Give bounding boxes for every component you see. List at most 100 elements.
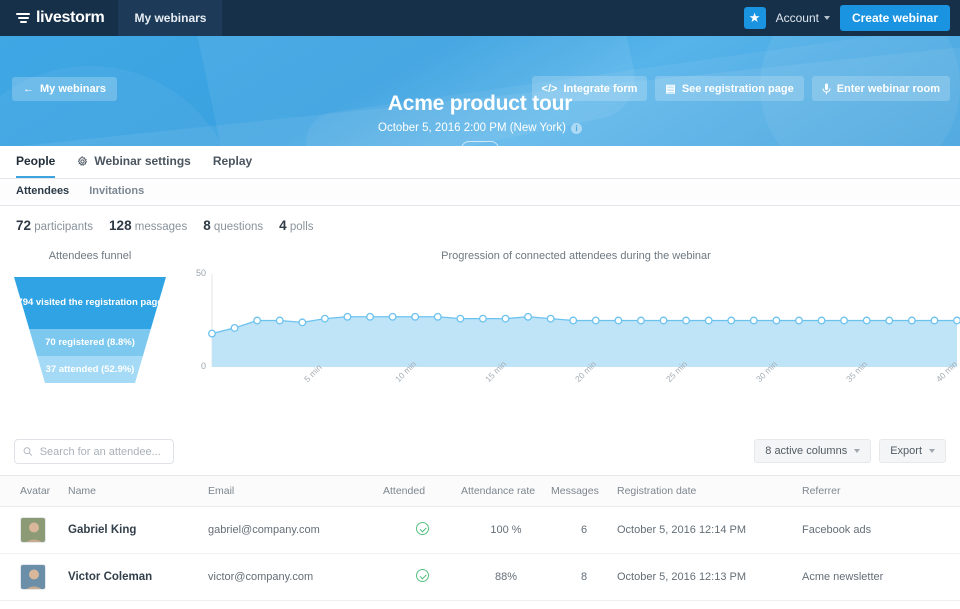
data-point[interactable] (772, 316, 781, 325)
table-header: Avatar Name Email Attended Attendance ra… (0, 476, 960, 507)
cell-messages: 8 (551, 553, 617, 601)
data-point[interactable] (343, 312, 352, 321)
cell-referrer: Acme newsletter (802, 553, 960, 601)
avatar-cell (0, 506, 68, 554)
active-columns-label: 8 active columns (765, 445, 848, 457)
data-point[interactable] (907, 316, 916, 325)
data-point[interactable] (885, 316, 894, 325)
star-icon[interactable]: ★ (743, 7, 766, 29)
sub-tab-bar: Attendees Invitations (0, 179, 960, 206)
data-point[interactable] (591, 316, 600, 325)
data-point[interactable] (230, 323, 239, 332)
info-icon[interactable]: i (570, 122, 582, 134)
gear-icon (78, 155, 88, 166)
data-point[interactable] (795, 316, 803, 325)
data-point[interactable] (388, 312, 397, 321)
data-point[interactable] (208, 329, 216, 338)
progression-svg (208, 274, 960, 367)
data-point[interactable] (749, 316, 758, 325)
column-header-registration-date[interactable]: Registration date (617, 476, 802, 507)
page-title: Acme product tour (387, 92, 573, 115)
data-point[interactable] (524, 312, 533, 321)
cell-registration-date: October 5, 2016 12:14 PM (617, 506, 802, 554)
account-menu[interactable]: Account (776, 11, 830, 25)
subtab-attendees[interactable]: Attendees (16, 185, 69, 205)
data-point[interactable] (275, 316, 284, 325)
account-label: Account (775, 11, 819, 25)
data-point[interactable] (253, 316, 262, 325)
data-point[interactable] (456, 314, 465, 323)
cell-name: Gabriel King (68, 506, 208, 554)
nav-tab-label: My webinars (134, 11, 207, 25)
data-point[interactable] (840, 316, 849, 325)
livestorm-logo[interactable]: livestorm (0, 0, 118, 36)
tab-people[interactable]: People (16, 154, 56, 178)
data-point[interactable] (636, 316, 645, 325)
data-point[interactable] (320, 314, 329, 323)
search-box[interactable] (14, 439, 174, 464)
cell-email: victor@company.com (208, 553, 383, 601)
funnel-chart-title: Attendees funnel (48, 250, 132, 262)
column-header-name[interactable]: Name (68, 476, 208, 507)
column-header-avatar[interactable]: Avatar (0, 476, 68, 507)
table-row[interactable]: Gabriel King gabriel@company.com 100 % 6 Oct… (0, 506, 960, 554)
tab-webinar-settings[interactable]: Webinar settings (77, 154, 191, 178)
data-point[interactable] (682, 316, 691, 325)
cell-email: gabriel@company.com (208, 506, 383, 554)
column-header-attendance-rate[interactable]: Attendance rate (461, 476, 551, 507)
data-point[interactable] (569, 316, 578, 325)
y-axis-tick: 0 (200, 361, 206, 371)
subtab-invitations[interactable]: Invitations (89, 185, 144, 205)
main-tab-bar: People Webinar settings Replay (0, 146, 960, 179)
column-header-messages[interactable]: Messages (551, 476, 617, 507)
data-point[interactable] (411, 312, 420, 321)
cell-registration-date: October 5, 2016 12:13 PM (617, 553, 802, 601)
data-point[interactable] (478, 314, 487, 323)
search-icon (23, 447, 33, 456)
tab-replay-label: Replay (212, 154, 253, 168)
data-point[interactable] (930, 316, 939, 325)
brand-name: livestorm (36, 9, 105, 26)
nav-tab-my-webinars[interactable]: My webinars (118, 0, 223, 36)
tab-replay[interactable]: Replay (213, 154, 252, 178)
table-row[interactable]: Victor Coleman victor@company.com 88% 8 Octo… (0, 553, 960, 601)
avatar-cell (0, 600, 68, 609)
stat-polls-label: polls (289, 220, 314, 233)
column-header-attended[interactable]: Attended (383, 476, 461, 507)
progression-chart-title: Progression of connected attendees durin… (441, 250, 711, 262)
y-axis-tick: 50 (195, 268, 206, 278)
cell-attended (383, 600, 461, 609)
table-controls-right: 8 active columns Export (754, 439, 946, 463)
data-point[interactable] (433, 312, 442, 321)
data-point[interactable] (704, 316, 713, 325)
data-point[interactable] (501, 314, 510, 323)
data-point[interactable] (546, 314, 555, 323)
table-controls: 8 active columns Export (0, 429, 960, 475)
table-body: Gabriel King gabriel@company.com 100 % 6 Oct… (0, 506, 960, 609)
column-header-referrer[interactable]: Referrer (802, 476, 960, 507)
table-row[interactable]: Maggie McDonnellmaggie@company.com 79 %12… (0, 600, 960, 609)
attendees-table-wrapper: Avatar Name Email Attended Attendance ra… (0, 475, 960, 609)
data-point[interactable] (366, 312, 374, 321)
stat-questions-value: 8 (203, 217, 211, 233)
create-webinar-button[interactable]: Create webinar (839, 5, 950, 31)
export-button[interactable]: Export (879, 439, 946, 463)
cell-attendance-rate: 88% (461, 553, 551, 601)
chevron-down-icon (823, 16, 830, 20)
search-input[interactable] (39, 445, 165, 458)
active-columns-button[interactable]: 8 active columns (754, 439, 872, 463)
data-point[interactable] (727, 316, 736, 325)
check-circle-icon (415, 522, 429, 535)
stat-questions: 8 questions (203, 218, 263, 233)
data-point[interactable] (659, 316, 668, 325)
data-point[interactable] (817, 316, 826, 325)
data-point[interactable] (298, 318, 307, 327)
column-header-email[interactable]: Email (208, 476, 383, 507)
data-point[interactable] (862, 316, 871, 325)
attendees-funnel-chart: 794 visited the registration page 70 regi… (14, 277, 166, 383)
chevron-down-icon (929, 449, 935, 453)
data-point[interactable] (614, 316, 623, 325)
stat-polls-value: 4 (279, 217, 287, 233)
data-point[interactable] (953, 316, 960, 325)
top-navigation-bar: livestorm My webinars ★ Account Create w… (0, 0, 960, 36)
